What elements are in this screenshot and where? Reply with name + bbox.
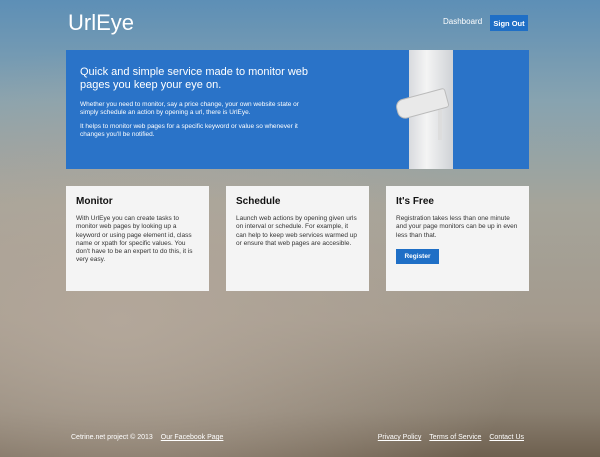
sign-out-button[interactable]: Sign Out: [490, 15, 528, 31]
privacy-link[interactable]: Privacy Policy: [378, 434, 422, 441]
facebook-link[interactable]: Our Facebook Page: [161, 434, 224, 441]
logo[interactable]: UrlEye: [68, 10, 134, 36]
card-text: With UrlEye you can create tasks to moni…: [76, 215, 193, 264]
card-monitor: Monitor With UrlEye you can create tasks…: [66, 186, 209, 291]
contact-link[interactable]: Contact Us: [489, 434, 524, 441]
card-text: Registration takes less than one minute …: [396, 215, 518, 239]
card-free: It's Free Registration takes less than o…: [386, 186, 529, 291]
footer-left: Cetrine.net project © 2013 Our Facebook …: [71, 434, 223, 441]
hero-banner: Quick and simple service made to monitor…: [66, 50, 529, 169]
card-title: It's Free: [396, 196, 434, 207]
card-text: Launch web actions by opening given urls…: [236, 215, 358, 247]
hero-paragraph-2: It helps to monitor web pages for a spec…: [80, 123, 298, 138]
footer-right: Privacy Policy Terms of Service Contact …: [372, 434, 524, 441]
dashboard-link[interactable]: Dashboard: [443, 17, 482, 26]
hero-headline: Quick and simple service made to monitor…: [80, 66, 309, 91]
camera-mount: [438, 110, 442, 140]
terms-link[interactable]: Terms of Service: [429, 434, 481, 441]
card-schedule: Schedule Launch web actions by opening g…: [226, 186, 369, 291]
card-title: Schedule: [236, 196, 281, 207]
copyright: Cetrine.net project © 2013: [71, 434, 153, 441]
hero-paragraph-1: Whether you need to monitor, say a price…: [80, 101, 299, 116]
card-title: Monitor: [76, 196, 113, 207]
register-button[interactable]: Register: [396, 248, 439, 264]
